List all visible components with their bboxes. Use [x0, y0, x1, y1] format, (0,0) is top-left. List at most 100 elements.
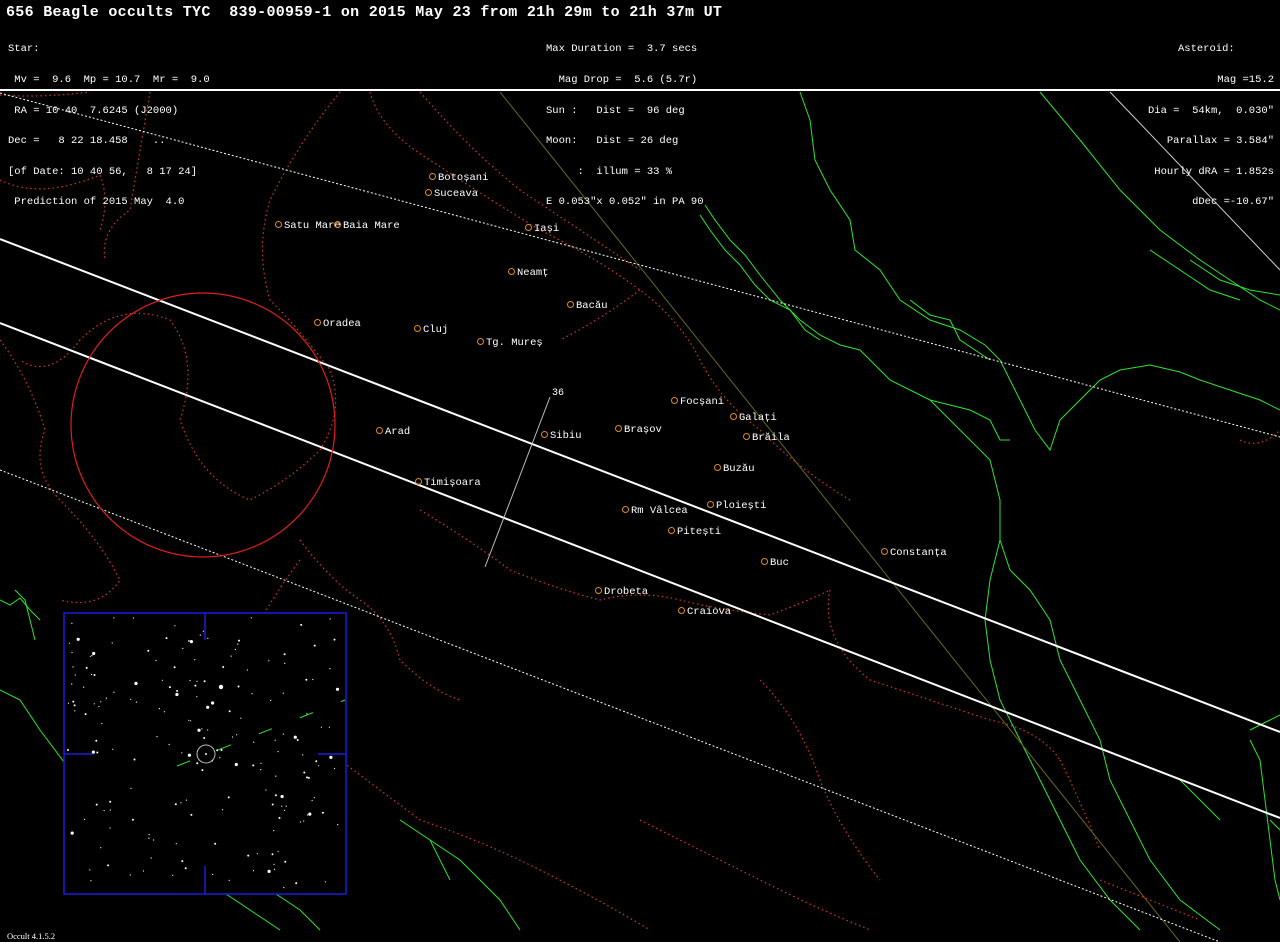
- star-dot: [296, 739, 299, 741]
- city-label: Baia Mare: [343, 220, 400, 232]
- star-dot: [221, 809, 224, 811]
- star-dot: [161, 679, 164, 681]
- asteroid-info: Asteroid: Mag =15.2 Dia = 54km, 0.030" P…: [1148, 24, 1274, 228]
- event-info-line: E 0.053"x 0.052" in PA 90: [546, 196, 704, 209]
- star-dot: [306, 776, 308, 779]
- star-dot: [189, 640, 193, 644]
- star-dot: [280, 794, 284, 799]
- star-dot: [308, 812, 312, 816]
- city-label: Satu Mare: [284, 220, 341, 232]
- star-dot: [283, 887, 285, 889]
- star-dot: [155, 659, 157, 662]
- star-dot: [284, 662, 286, 665]
- star-dot: [274, 739, 276, 741]
- star-dot: [133, 758, 136, 761]
- star-dot: [68, 642, 70, 644]
- star-dot: [324, 881, 326, 883]
- star-dot: [201, 769, 204, 772]
- star-dot: [313, 797, 315, 799]
- city-marker: [274, 220, 282, 228]
- city-marker: [540, 430, 548, 438]
- star-dot: [333, 638, 336, 641]
- star-dot: [95, 739, 98, 742]
- city-label: Focșani: [680, 396, 725, 408]
- star-dot: [175, 692, 179, 697]
- star-dot: [101, 722, 103, 725]
- city-label: Buzău: [723, 463, 755, 475]
- star-dot: [85, 666, 88, 669]
- star-dot: [112, 748, 114, 750]
- star-dot: [188, 719, 190, 721]
- star-dot: [91, 750, 95, 754]
- bright-star: [218, 684, 224, 690]
- star-dot: [148, 837, 150, 839]
- star-dot: [103, 809, 105, 812]
- star-dot: [187, 753, 191, 757]
- star-dot: [129, 874, 131, 876]
- star-dot: [321, 811, 324, 814]
- star-dot: [100, 701, 102, 703]
- star-dot: [176, 689, 179, 692]
- star-dot: [196, 696, 198, 698]
- asteroid-info-line: Hourly dRA = 1.852s: [1154, 165, 1274, 178]
- star-dot: [212, 873, 214, 876]
- asteroid-info-line: Parallax = 3.584": [1166, 135, 1274, 148]
- star-dot: [256, 853, 258, 855]
- star-dot: [142, 870, 145, 872]
- city-label: Galați: [739, 412, 777, 424]
- star-dot: [83, 686, 85, 688]
- city-marker: [677, 606, 685, 614]
- star-dot: [147, 649, 150, 652]
- star-dot: [313, 644, 316, 647]
- city-marker: [313, 318, 321, 326]
- uncertainty-circle: [70, 292, 336, 558]
- star-dot: [302, 754, 304, 756]
- star-dot: [207, 729, 209, 731]
- star-dot: [268, 660, 270, 662]
- star-dot: [293, 735, 297, 739]
- asteroid-info-line: dDec =-10.67": [1192, 196, 1274, 209]
- star-dot: [181, 752, 183, 754]
- star-dot: [96, 751, 99, 754]
- star-dot: [274, 868, 276, 871]
- star-dot: [236, 734, 238, 736]
- star-dot: [307, 814, 309, 816]
- star-dot: [337, 824, 339, 826]
- star-dot: [315, 760, 318, 763]
- city-label: Constanța: [890, 547, 947, 559]
- star-dot: [211, 760, 214, 762]
- star-dot: [228, 710, 231, 713]
- city-marker: [413, 324, 421, 332]
- star-dot: [163, 711, 165, 713]
- city-label: Oradea: [323, 318, 361, 330]
- star-dot: [282, 692, 284, 694]
- star-dot: [73, 704, 76, 707]
- star-dot: [113, 617, 115, 619]
- star-dot: [271, 853, 274, 856]
- star-dot: [184, 867, 187, 870]
- star-dot: [282, 733, 284, 735]
- star-dot: [93, 674, 96, 676]
- star-dot: [267, 869, 271, 874]
- star-dot: [246, 669, 248, 671]
- star-dot: [89, 655, 91, 657]
- star-dot: [91, 673, 93, 676]
- star-dot: [158, 708, 160, 710]
- star-dot: [105, 697, 107, 699]
- star-dot: [202, 630, 204, 632]
- city-label: Timișoara: [424, 477, 481, 489]
- event-info-line: Sun : Dist = 96 deg: [546, 104, 685, 117]
- star-dot: [153, 839, 155, 841]
- star-dot: [72, 700, 75, 703]
- occultation-map: 656 Beagle occults TYC 839-00959-1 on 20…: [0, 0, 1280, 942]
- star-dot: [333, 767, 336, 770]
- city-label: Buc: [770, 557, 789, 569]
- star-dot: [95, 803, 98, 806]
- asteroid-info-line: Asteroid:: [1177, 43, 1235, 56]
- star-dot: [329, 618, 331, 620]
- star-dot: [335, 687, 340, 691]
- star-dot: [307, 776, 310, 779]
- star-dot: [214, 842, 217, 845]
- star-dot: [180, 802, 182, 804]
- city-label: Suceava: [434, 188, 479, 200]
